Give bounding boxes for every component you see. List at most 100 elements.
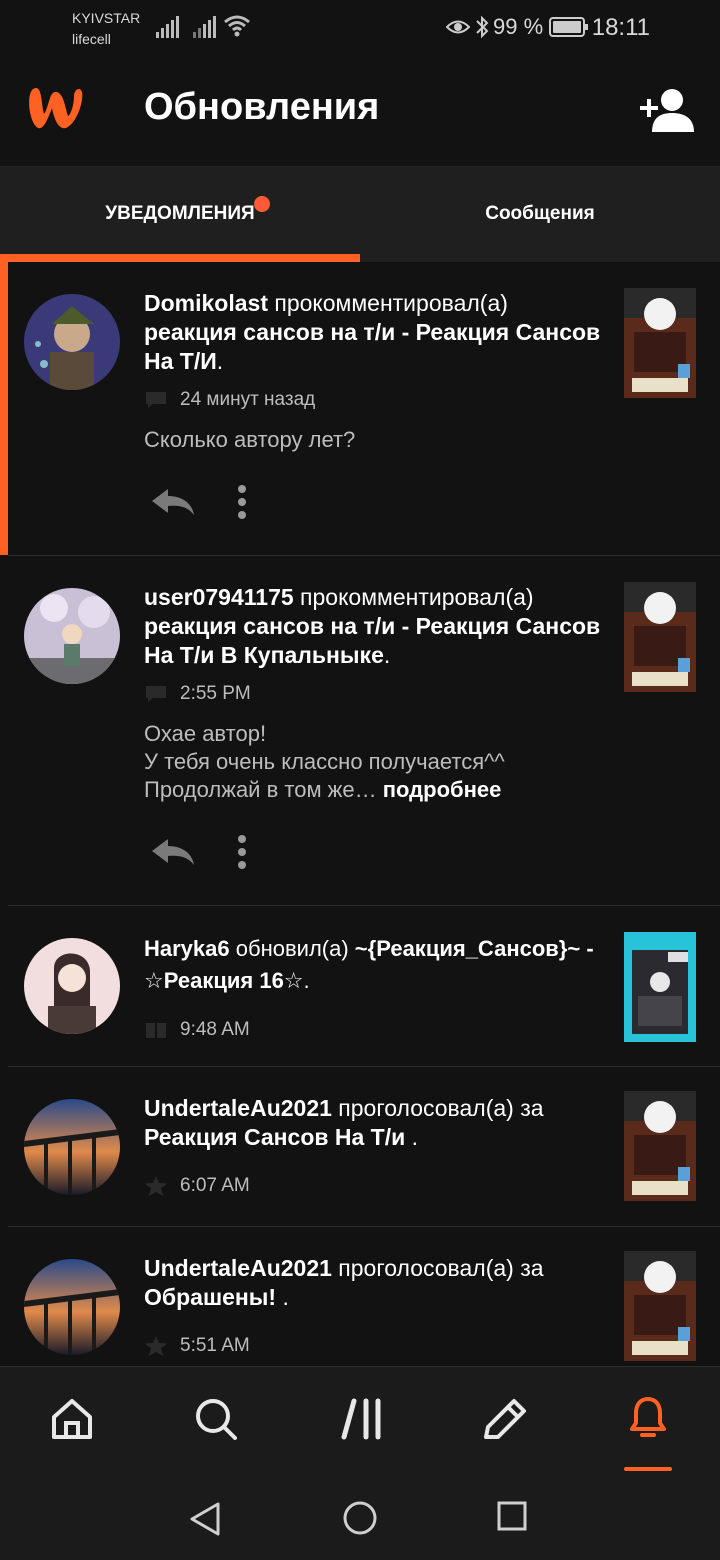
avatar[interactable] [24, 1259, 120, 1355]
active-tab-indicator [0, 254, 360, 262]
system-navigation [0, 1478, 720, 1560]
notification-text: Domikolast прокомментировал(а) реакция с… [144, 289, 604, 376]
reply-icon[interactable] [150, 837, 196, 867]
meta-row: 9:48 AM [144, 1015, 250, 1045]
suffix: . [405, 1124, 419, 1150]
active-nav-indicator [624, 1467, 672, 1471]
comment-line: У тебя очень классно получается^^ [144, 749, 505, 774]
username[interactable]: Haryka6 [144, 936, 230, 961]
battery-icon [549, 17, 588, 37]
timestamp: 24 минут назад [180, 389, 316, 410]
bell-icon[interactable] [624, 1393, 672, 1441]
avatar[interactable] [24, 294, 120, 390]
tab-messages[interactable]: Сообщения [360, 166, 720, 262]
notification-feed[interactable]: Domikolast прокомментировал(а) реакция с… [0, 262, 720, 1366]
signal-icon [156, 16, 179, 38]
timestamp: 9:48 AM [180, 1019, 250, 1040]
comment-icon [146, 686, 166, 702]
username[interactable]: UndertaleAu2021 [144, 1095, 332, 1121]
list-item[interactable]: UndertaleAu2021 проголосовал(а) за Обраш… [0, 1227, 720, 1366]
username[interactable]: UndertaleAu2021 [144, 1255, 332, 1281]
page-title: Обновления [144, 86, 380, 128]
comment-line-last: Продолжай в том же… подробнее [144, 777, 502, 802]
avatar[interactable] [24, 938, 120, 1034]
story-cover[interactable] [624, 1251, 696, 1361]
list-item[interactable]: Domikolast прокомментировал(а) реакция с… [0, 262, 720, 555]
eye-icon [446, 20, 470, 34]
bottom-navigation [0, 1366, 720, 1478]
timestamp: 2:55 PM [180, 683, 251, 704]
search-icon[interactable] [194, 1397, 238, 1441]
tab-bar: УВЕДОМЛЕНИЯ Сообщения [0, 166, 720, 262]
read-more-link[interactable]: подробнее [383, 777, 502, 802]
battery-percent: 99 % [493, 14, 544, 39]
username[interactable]: Domikolast [144, 290, 268, 316]
reply-icon[interactable] [150, 487, 196, 517]
app-header: Обновления [0, 56, 720, 166]
comment-line: Охае автор! [144, 721, 267, 746]
story-link[interactable]: Реакция Сансов На Т/и [144, 1124, 405, 1150]
more-options-icon[interactable] [236, 834, 248, 870]
story-link[interactable]: реакция сансов на т/и - Реакция Сансов Н… [144, 613, 600, 668]
story-link[interactable]: реакция сансов на т/и - Реакция Сансов Н… [144, 319, 600, 374]
timestamp: 6:07 AM [180, 1175, 250, 1196]
carrier-labels: KYIVSTAR lifecell [72, 8, 140, 50]
write-icon[interactable] [480, 1397, 528, 1443]
star-icon [145, 1176, 167, 1196]
story-cover[interactable] [624, 288, 696, 398]
comment-preview: Охае автор! У тебя очень классно получае… [144, 720, 604, 804]
carrier-1: KYIVSTAR [72, 10, 141, 26]
meta-row: 24 минут назад [144, 385, 315, 415]
comment-icon [146, 392, 166, 408]
action-text: обновил(а) [229, 936, 355, 961]
home-icon[interactable] [50, 1397, 94, 1441]
comment-preview: Сколько автору лет? [144, 426, 604, 454]
story-cover[interactable] [624, 932, 696, 1042]
story-cover[interactable] [624, 1091, 696, 1201]
comment-line: Сколько автору лет? [144, 427, 356, 452]
notification-text: UndertaleAu2021 проголосовал(а) за Обраш… [144, 1254, 604, 1312]
wifi-icon [224, 15, 250, 37]
home-circle-icon[interactable] [342, 1500, 378, 1536]
recents-icon[interactable] [496, 1500, 528, 1532]
suffix: . [303, 968, 310, 993]
meta-row: 6:07 AM [144, 1171, 250, 1201]
tab-notifications-label: УВЕДОМЛЕНИЯ [105, 203, 255, 224]
back-icon[interactable] [188, 1500, 222, 1538]
story-cover[interactable] [624, 582, 696, 692]
meta-row: 5:51 AM [144, 1331, 250, 1361]
action-text: проголосовал(а) за [331, 1255, 544, 1281]
action-text: прокомментировал(а) [293, 584, 534, 610]
comment-actions [150, 484, 248, 520]
action-text: прокомментировал(а) [267, 290, 508, 316]
suffix: . [276, 1284, 289, 1310]
avatar[interactable] [24, 1099, 120, 1195]
list-item[interactable]: Haryka6 обновил(а) ~{Реакция_Сансов}~ - … [0, 906, 720, 1066]
notification-text: Haryka6 обновил(а) ~{Реакция_Сансов}~ - … [144, 933, 600, 997]
notification-text: user07941175 прокомментировал(а) реакция… [144, 583, 604, 670]
list-item[interactable]: UndertaleAu2021 проголосовал(а) за Реакц… [0, 1067, 720, 1226]
timestamp: 5:51 AM [180, 1335, 250, 1356]
suffix: . [383, 642, 391, 668]
avatar[interactable] [24, 588, 120, 684]
wattpad-logo[interactable] [24, 84, 88, 134]
star-icon [145, 1336, 167, 1356]
add-user-icon[interactable] [638, 88, 696, 132]
action-text: проголосовал(а) за [331, 1095, 544, 1121]
tab-notifications[interactable]: УВЕДОМЛЕНИЯ [0, 166, 360, 262]
comment-actions [150, 834, 248, 870]
bluetooth-icon [476, 15, 489, 39]
book-icon [146, 1023, 166, 1038]
unread-dot [254, 196, 270, 212]
clock: 18:11 [591, 14, 650, 41]
meta-row: 2:55 PM [144, 679, 251, 709]
list-item[interactable]: user07941175 прокомментировал(а) реакция… [0, 556, 720, 905]
username[interactable]: user07941175 [144, 584, 294, 610]
library-icon[interactable] [340, 1397, 384, 1441]
status-bar: KYIVSTAR lifecell 99 % 18:11 [0, 0, 720, 56]
notification-text: UndertaleAu2021 проголосовал(а) за Реакц… [144, 1094, 604, 1152]
more-options-icon[interactable] [236, 484, 248, 520]
suffix: . [216, 348, 224, 374]
story-link[interactable]: Обрашены! [144, 1284, 276, 1310]
carrier-2: lifecell [72, 31, 111, 47]
